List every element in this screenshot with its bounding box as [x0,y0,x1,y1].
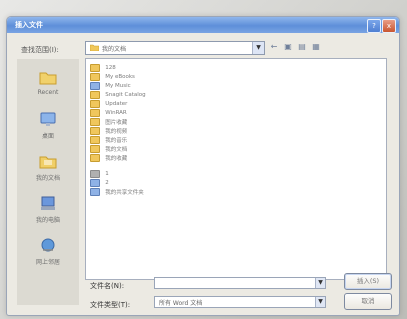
chevron-down-icon[interactable]: ▼ [315,278,325,288]
place-network-label: 网上邻居 [35,259,60,266]
folder-icon [90,136,100,144]
filetype-label: 文件类型(T): [90,301,131,309]
shared-folder-icon [90,188,100,196]
place-network[interactable]: 网上邻居 [17,235,79,273]
dialog-titlebar: 插入文件 ? x [7,17,399,33]
list-item[interactable]: 128 [90,64,116,72]
place-computer-label: 我的电脑 [35,217,60,224]
up-folder-icon[interactable]: ▣ [283,42,293,52]
folder-icon [90,64,100,72]
view-menu-icon[interactable]: ▦ [311,42,321,52]
drive-icon [90,170,100,178]
filename-input[interactable]: ▼ [154,277,326,289]
close-button[interactable]: x [382,19,396,33]
insert-button[interactable]: 插入(S) [344,273,392,290]
list-item[interactable]: 图片收藏 [90,118,127,126]
filetype-select[interactable]: 所有 Word 文档 ▼ [154,296,326,308]
place-computer[interactable]: 我的电脑 [17,193,79,231]
lookin-label: 查找范围(I): [21,46,59,54]
help-button[interactable]: ? [367,19,381,33]
list-item[interactable]: 我的文档 [90,145,127,153]
folder-icon [90,145,100,153]
list-item[interactable]: 我的视频 [90,127,127,135]
place-documents-label: 我的文档 [35,175,60,182]
folder-icon [90,100,100,108]
chevron-down-icon[interactable]: ▼ [252,42,264,54]
place-desktop-label: 桌面 [41,133,54,140]
list-item[interactable]: My eBooks [90,73,135,81]
recent-icon [38,69,58,86]
list-item[interactable]: My Music [90,82,131,90]
network-icon [38,237,58,254]
places-bar: Recent 桌面 我的文档 我的电脑 网上邻居 [17,59,79,305]
computer-icon [38,195,58,212]
folder-icon [90,118,100,126]
filename-label: 文件名(N): [90,282,125,290]
lookin-dropdown[interactable]: 我的文档 ▼ [85,41,265,55]
back-icon[interactable]: ← [269,42,279,52]
list-item[interactable]: Snagit Catalog [90,91,146,99]
place-documents[interactable]: 我的文档 [17,151,79,189]
documents-icon [38,153,58,170]
list-item[interactable]: 2 [90,179,109,187]
lookin-value: 我的文档 [102,46,127,53]
list-item[interactable]: 1 [90,170,109,178]
place-recent-label: Recent [37,89,59,96]
filetype-value: 所有 Word 文档 [159,300,203,307]
folder-icon [89,44,100,53]
list-item[interactable]: 我的收藏 [90,154,127,162]
folder-icon [90,73,100,81]
folder-icon [90,154,100,162]
file-list[interactable]: 128 My eBooks My Music Snagit Catalog Up… [85,58,387,280]
place-desktop[interactable]: 桌面 [17,109,79,147]
list-item[interactable]: Updater [90,100,127,108]
place-recent[interactable]: Recent [17,67,79,105]
folder-icon [90,109,100,117]
folder-icon [90,91,100,99]
cancel-button[interactable]: 取消 [344,293,392,310]
document-icon [90,179,100,187]
new-folder-icon[interactable]: ▤ [297,42,307,52]
list-item[interactable]: 我的共享文件夹 [90,188,144,196]
list-item[interactable]: 我的音乐 [90,136,127,144]
folder-icon [90,127,100,135]
music-folder-icon [90,82,100,90]
dialog-title: 插入文件 [15,21,43,29]
desktop-icon [38,111,58,128]
list-item[interactable]: WinRAR [90,109,127,117]
chevron-down-icon[interactable]: ▼ [315,297,325,307]
insert-file-dialog: 插入文件 ? x 查找范围(I): 我的文档 ▼ ← ▣ ▤ ▦ Recent [6,16,400,316]
